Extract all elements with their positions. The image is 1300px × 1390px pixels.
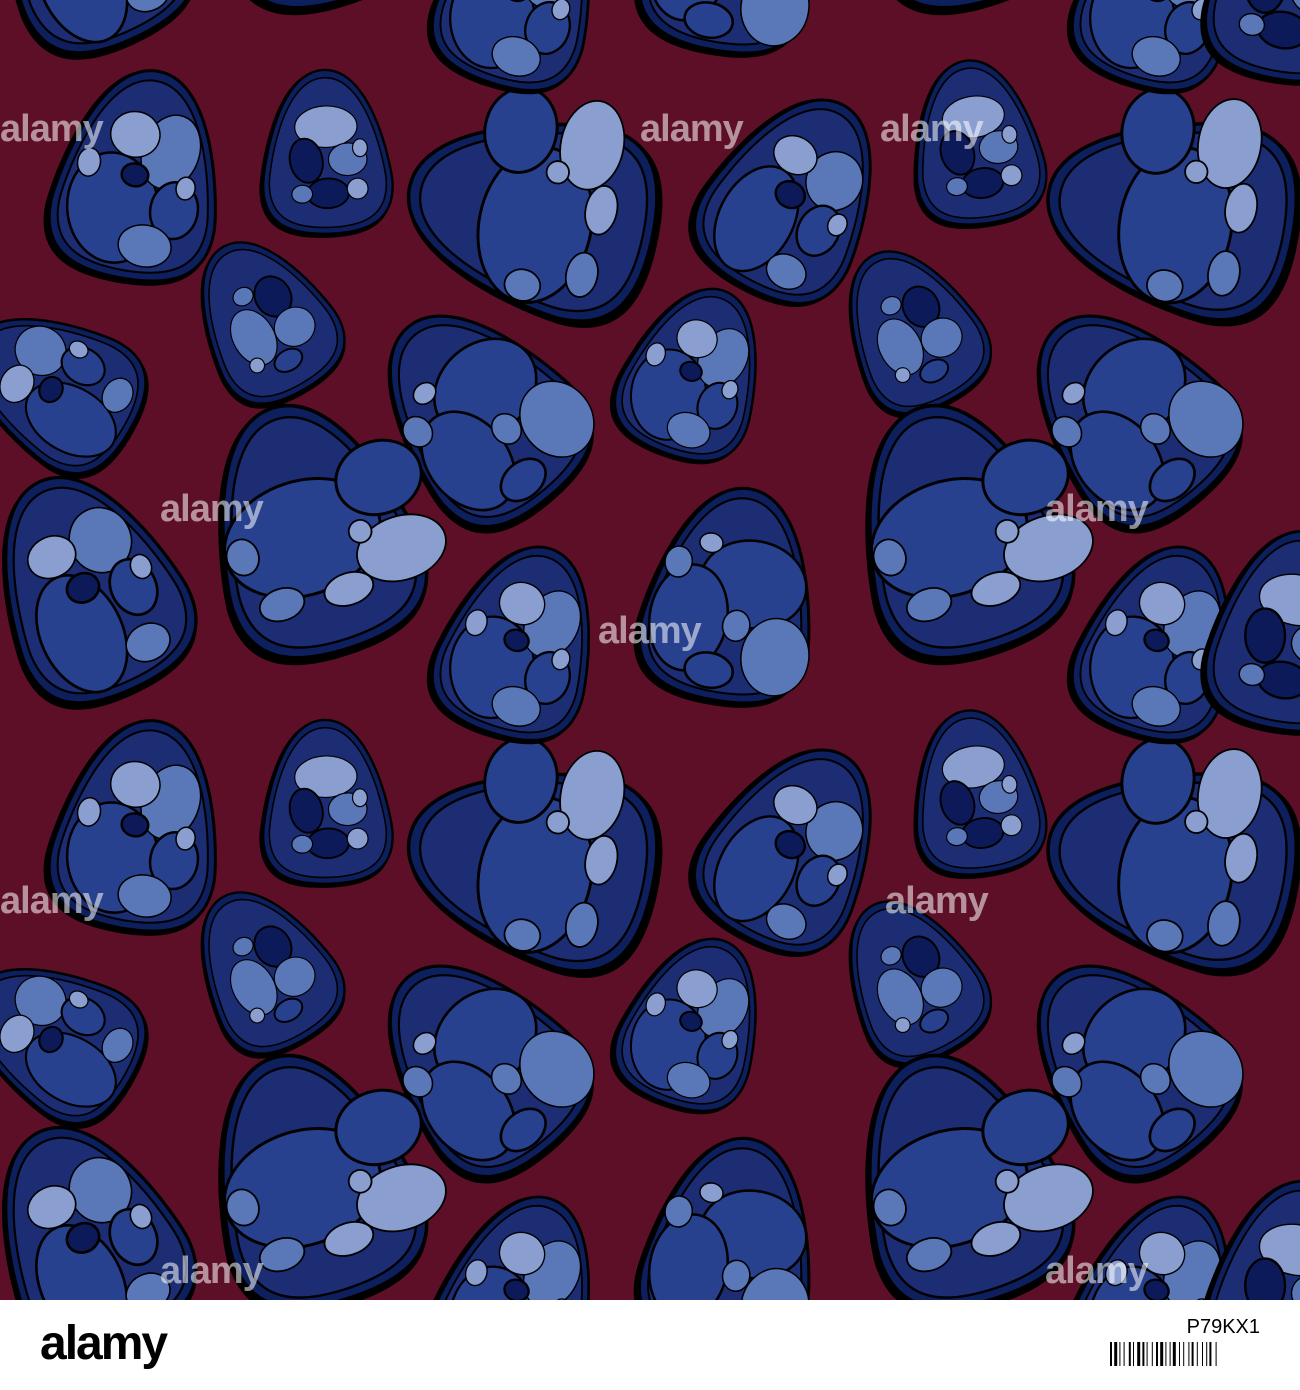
egg-pattern	[0, 0, 1300, 1300]
alamy-logo: alamy	[40, 1317, 168, 1370]
barcode-icon	[1110, 1342, 1217, 1366]
footer-bar: alamy P79KX1	[0, 1300, 1300, 1390]
image-code: P79KX1	[1186, 1316, 1260, 1338]
image-id-block: P79KX1	[1080, 1316, 1260, 1366]
